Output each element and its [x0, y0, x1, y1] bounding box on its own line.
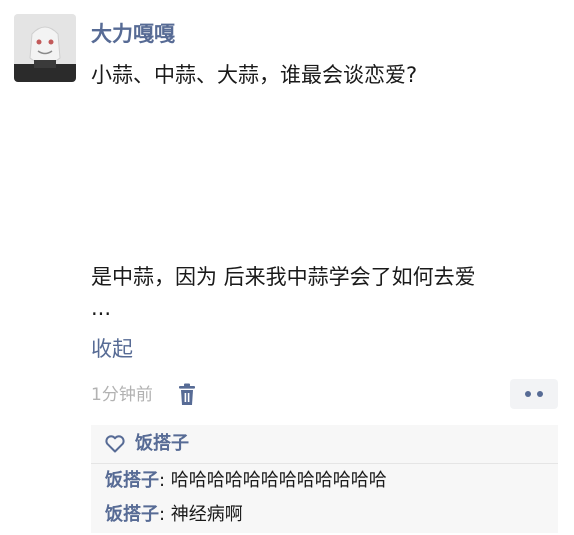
interaction-panel: 饭搭子 饭搭子: 哈哈哈哈哈哈哈哈哈哈哈哈 饭搭子: 神经病啊: [91, 425, 558, 533]
collapse-link[interactable]: 收起: [91, 334, 133, 364]
more-dots-icon: [525, 391, 531, 397]
likes-row: 饭搭子: [91, 425, 558, 464]
post-answer-text: 是中蒜，因为 后来我中蒜学会了如何去爱: [91, 265, 476, 289]
comment-colon: :: [159, 470, 171, 491]
comment-text: 神经病啊: [170, 504, 243, 525]
comment-author[interactable]: 饭搭子: [105, 504, 159, 525]
comment-author[interactable]: 饭搭子: [105, 470, 159, 491]
comment-row[interactable]: 饭搭子: 神经病啊: [91, 498, 558, 532]
trash-icon[interactable]: [176, 383, 198, 407]
moments-post: 大力嘎嘎 小蒜、中蒜、大蒜，谁最会谈恋爱? 是中蒜，因为 后来我中蒜学会了如何去…: [0, 0, 574, 535]
comment-text: 哈哈哈哈哈哈哈哈哈哈哈哈: [170, 470, 387, 491]
more-dots-icon-dot: [537, 391, 543, 397]
comment-colon: :: [159, 504, 171, 525]
more-actions-button[interactable]: [510, 379, 558, 409]
heart-icon: [105, 435, 125, 453]
liker-name[interactable]: 饭搭子: [135, 432, 189, 456]
avatar-image: [14, 14, 76, 82]
post-timestamp: 1分钟前: [91, 385, 153, 405]
comment-row[interactable]: 饭搭子: 哈哈哈哈哈哈哈哈哈哈哈哈: [91, 464, 558, 498]
avatar[interactable]: [14, 14, 76, 82]
post-ellipsis: ...: [91, 296, 112, 320]
post-author-name[interactable]: 大力嘎嘎: [91, 20, 175, 48]
post-question-text: 小蒜、中蒜、大蒜，谁最会谈恋爱?: [91, 63, 418, 87]
